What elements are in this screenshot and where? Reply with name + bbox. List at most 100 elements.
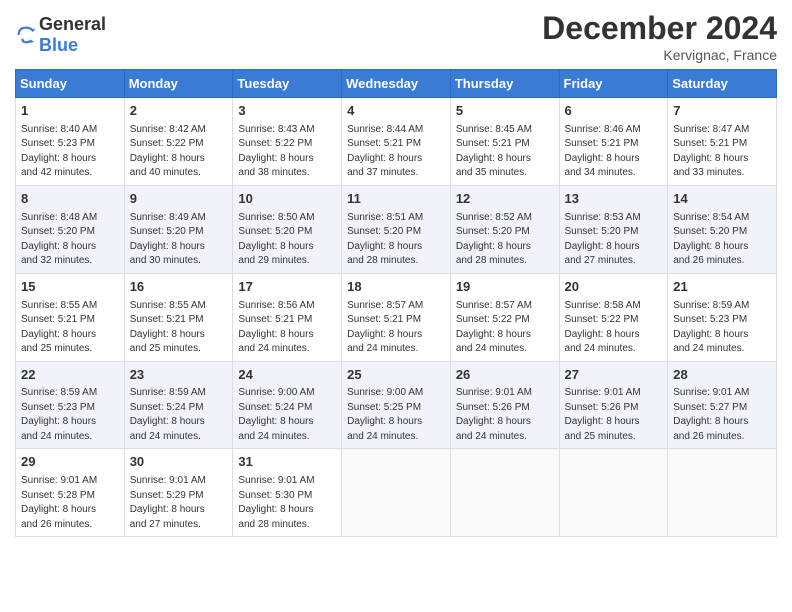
day-info: Sunrise: 9:01 AM	[130, 474, 228, 489]
day-info: and 26 minutes.	[673, 254, 771, 269]
day-info: Daylight: 8 hours	[347, 240, 445, 255]
day-info: Daylight: 8 hours	[238, 240, 336, 255]
calendar-cell: 7Sunrise: 8:47 AMSunset: 5:21 PMDaylight…	[668, 98, 777, 186]
day-info: Daylight: 8 hours	[456, 328, 554, 343]
day-info: and 24 minutes.	[130, 430, 228, 445]
day-info: and 38 minutes.	[238, 166, 336, 181]
day-info: and 32 minutes.	[21, 254, 119, 269]
day-info: Sunrise: 8:45 AM	[456, 123, 554, 138]
day-info: and 42 minutes.	[21, 166, 119, 181]
day-info: Sunrise: 9:01 AM	[565, 386, 663, 401]
calendar-cell: 16Sunrise: 8:55 AMSunset: 5:21 PMDayligh…	[124, 273, 233, 361]
day-info: Daylight: 8 hours	[130, 415, 228, 430]
day-info: Daylight: 8 hours	[673, 240, 771, 255]
calendar-container: General Blue December 2024 Kervignac, Fr…	[0, 0, 792, 547]
logo-blue: Blue	[39, 35, 78, 55]
day-info: Daylight: 8 hours	[456, 240, 554, 255]
day-number: 11	[347, 190, 445, 209]
calendar-body: 1Sunrise: 8:40 AMSunset: 5:23 PMDaylight…	[16, 98, 777, 537]
day-info: and 37 minutes.	[347, 166, 445, 181]
day-info: Sunset: 5:21 PM	[565, 137, 663, 152]
calendar-table: Sunday Monday Tuesday Wednesday Thursday…	[15, 69, 777, 537]
calendar-cell: 2Sunrise: 8:42 AMSunset: 5:22 PMDaylight…	[124, 98, 233, 186]
day-info: and 24 minutes.	[347, 430, 445, 445]
day-info: Sunset: 5:21 PM	[347, 137, 445, 152]
day-info: Sunset: 5:21 PM	[347, 313, 445, 328]
day-info: and 33 minutes.	[673, 166, 771, 181]
day-info: Daylight: 8 hours	[21, 415, 119, 430]
day-info: Sunrise: 8:59 AM	[673, 299, 771, 314]
calendar-cell: 3Sunrise: 8:43 AMSunset: 5:22 PMDaylight…	[233, 98, 342, 186]
day-info: and 26 minutes.	[21, 518, 119, 533]
day-info: Daylight: 8 hours	[21, 240, 119, 255]
day-info: and 24 minutes.	[456, 342, 554, 357]
day-info: and 28 minutes.	[238, 518, 336, 533]
day-number: 4	[347, 102, 445, 121]
calendar-cell: 27Sunrise: 9:01 AMSunset: 5:26 PMDayligh…	[559, 361, 668, 449]
calendar-cell: 11Sunrise: 8:51 AMSunset: 5:20 PMDayligh…	[342, 185, 451, 273]
calendar-cell: 26Sunrise: 9:01 AMSunset: 5:26 PMDayligh…	[450, 361, 559, 449]
day-info: and 27 minutes.	[130, 518, 228, 533]
calendar-cell: 31Sunrise: 9:01 AMSunset: 5:30 PMDayligh…	[233, 449, 342, 537]
day-info: Sunrise: 8:50 AM	[238, 211, 336, 226]
day-number: 2	[130, 102, 228, 121]
col-friday: Friday	[559, 70, 668, 98]
day-info: Sunrise: 8:57 AM	[347, 299, 445, 314]
day-info: Sunrise: 8:57 AM	[456, 299, 554, 314]
calendar-cell: 29Sunrise: 9:01 AMSunset: 5:28 PMDayligh…	[16, 449, 125, 537]
day-info: Sunset: 5:21 PM	[238, 313, 336, 328]
day-number: 22	[21, 366, 119, 385]
calendar-cell	[668, 449, 777, 537]
day-info: Daylight: 8 hours	[130, 152, 228, 167]
logo: General Blue	[15, 14, 106, 56]
calendar-cell: 22Sunrise: 8:59 AMSunset: 5:23 PMDayligh…	[16, 361, 125, 449]
day-info: Daylight: 8 hours	[565, 328, 663, 343]
title-block: December 2024 Kervignac, France	[542, 10, 777, 63]
day-info: Sunrise: 8:46 AM	[565, 123, 663, 138]
day-info: Sunset: 5:20 PM	[673, 225, 771, 240]
day-info: Sunrise: 9:01 AM	[238, 474, 336, 489]
day-info: and 25 minutes.	[130, 342, 228, 357]
day-info: Daylight: 8 hours	[673, 415, 771, 430]
day-info: Daylight: 8 hours	[238, 152, 336, 167]
week-row-2: 8Sunrise: 8:48 AMSunset: 5:20 PMDaylight…	[16, 185, 777, 273]
month-title: December 2024	[542, 10, 777, 47]
day-info: Sunset: 5:22 PM	[565, 313, 663, 328]
day-info: Sunset: 5:30 PM	[238, 489, 336, 504]
day-info: and 24 minutes.	[673, 342, 771, 357]
day-info: Sunset: 5:23 PM	[673, 313, 771, 328]
calendar-cell: 13Sunrise: 8:53 AMSunset: 5:20 PMDayligh…	[559, 185, 668, 273]
day-number: 5	[456, 102, 554, 121]
day-info: Sunrise: 8:56 AM	[238, 299, 336, 314]
day-info: and 24 minutes.	[238, 342, 336, 357]
day-info: Sunset: 5:21 PM	[21, 313, 119, 328]
calendar-cell: 30Sunrise: 9:01 AMSunset: 5:29 PMDayligh…	[124, 449, 233, 537]
day-number: 16	[130, 278, 228, 297]
day-info: Sunrise: 8:43 AM	[238, 123, 336, 138]
day-info: Sunrise: 8:55 AM	[21, 299, 119, 314]
day-info: Sunset: 5:23 PM	[21, 137, 119, 152]
day-info: Sunset: 5:20 PM	[130, 225, 228, 240]
calendar-cell: 25Sunrise: 9:00 AMSunset: 5:25 PMDayligh…	[342, 361, 451, 449]
day-info: and 25 minutes.	[21, 342, 119, 357]
day-info: Daylight: 8 hours	[21, 152, 119, 167]
day-number: 6	[565, 102, 663, 121]
day-number: 7	[673, 102, 771, 121]
day-info: Sunset: 5:24 PM	[238, 401, 336, 416]
day-number: 9	[130, 190, 228, 209]
calendar-cell: 4Sunrise: 8:44 AMSunset: 5:21 PMDaylight…	[342, 98, 451, 186]
day-number: 24	[238, 366, 336, 385]
day-info: and 25 minutes.	[565, 430, 663, 445]
day-number: 29	[21, 453, 119, 472]
day-info: Daylight: 8 hours	[130, 503, 228, 518]
day-info: and 28 minutes.	[347, 254, 445, 269]
calendar-cell: 8Sunrise: 8:48 AMSunset: 5:20 PMDaylight…	[16, 185, 125, 273]
day-info: and 27 minutes.	[565, 254, 663, 269]
location: Kervignac, France	[542, 47, 777, 63]
calendar-cell: 15Sunrise: 8:55 AMSunset: 5:21 PMDayligh…	[16, 273, 125, 361]
day-info: Sunset: 5:21 PM	[673, 137, 771, 152]
day-info: and 24 minutes.	[347, 342, 445, 357]
day-info: and 40 minutes.	[130, 166, 228, 181]
day-info: Sunset: 5:28 PM	[21, 489, 119, 504]
day-info: Sunrise: 9:00 AM	[347, 386, 445, 401]
